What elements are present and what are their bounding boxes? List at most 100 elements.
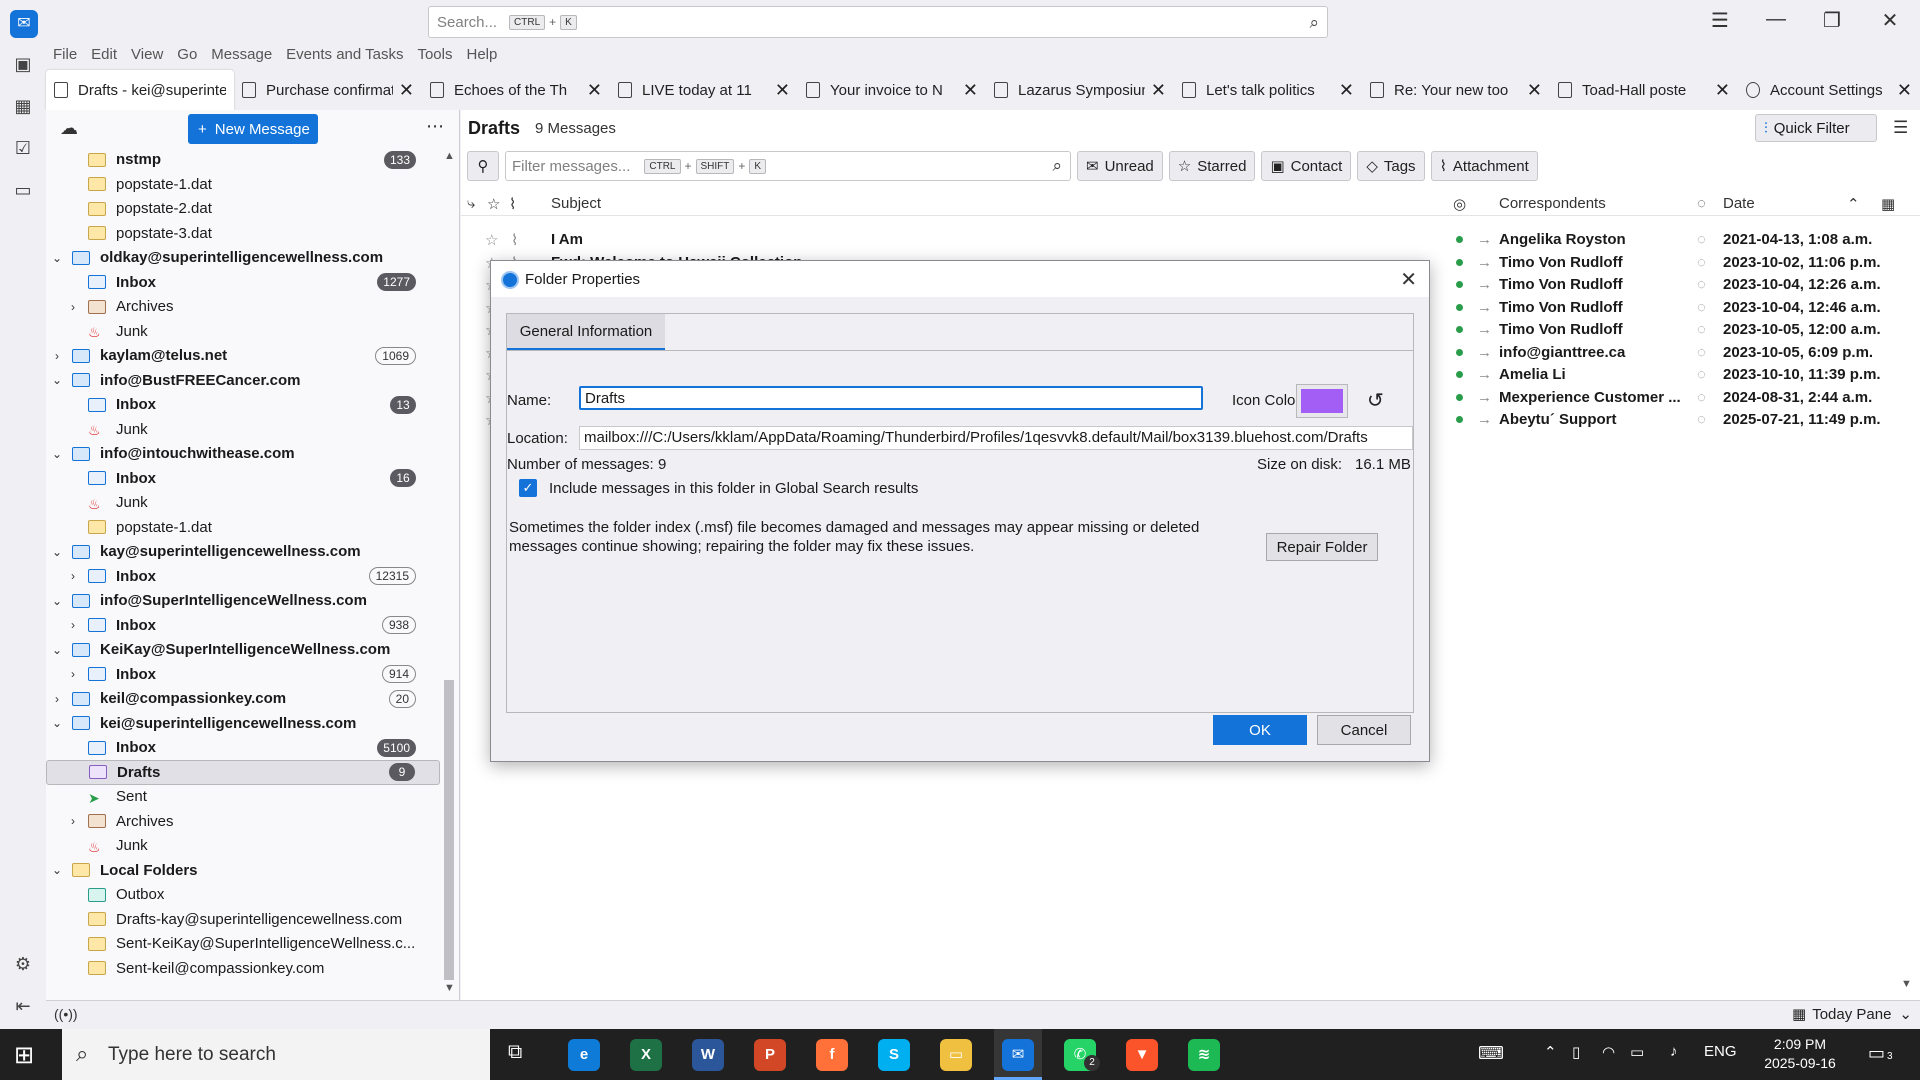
unread-dot-icon[interactable] bbox=[1456, 326, 1463, 333]
online-status-icon[interactable]: ((•)) bbox=[54, 1006, 78, 1022]
unread-dot-icon[interactable] bbox=[1456, 371, 1463, 378]
star-column-icon[interactable]: ☆ bbox=[487, 195, 500, 213]
reset-color-icon[interactable]: ↺ bbox=[1367, 388, 1384, 413]
scroll-up-icon[interactable]: ▲ bbox=[444, 150, 455, 162]
folder-row[interactable]: › Inbox 938 bbox=[46, 613, 440, 638]
global-search-input[interactable]: Search... CTRL + K ⌕ bbox=[428, 6, 1328, 38]
unread-dot-icon[interactable] bbox=[1456, 236, 1463, 243]
notification-icon[interactable]: ▭ 3 bbox=[1868, 1043, 1893, 1064]
folder-scrollbar[interactable]: ▲ ▼ bbox=[440, 110, 460, 1000]
app-menu-icon[interactable]: ☰ bbox=[1700, 8, 1740, 33]
column-picker-icon[interactable]: ▦ bbox=[1881, 195, 1895, 213]
word-taskbar-icon[interactable]: W bbox=[692, 1039, 724, 1071]
account-row[interactable]: ⌄ info@intouchwithease.com bbox=[46, 442, 440, 467]
tab-close-icon[interactable]: ✕ bbox=[399, 80, 414, 101]
collapse-chevron-icon[interactable]: ⌄ bbox=[50, 373, 64, 387]
include-global-search-label[interactable]: Include messages in this folder in Globa… bbox=[549, 480, 918, 497]
get-messages-icon[interactable]: ☁ bbox=[60, 118, 78, 139]
folder-row[interactable]: popstate-2.dat bbox=[46, 197, 440, 222]
account-row[interactable]: ⌄ kei@superintelligencewellness.com bbox=[46, 711, 440, 736]
folder-row[interactable]: Inbox 16 bbox=[46, 466, 440, 491]
display-icon[interactable]: ▭ bbox=[1630, 1043, 1644, 1061]
tab-message[interactable]: Lazarus Symposium ✕ bbox=[986, 70, 1174, 110]
repair-folder-button[interactable]: Repair Folder bbox=[1266, 533, 1378, 561]
edge-taskbar-icon[interactable]: e bbox=[568, 1039, 600, 1071]
message-row[interactable]: ☆ ⌇ I Am → Angelika Royston ◌ 2021-04-13, 1:08… bbox=[461, 228, 1920, 251]
filter-unread-button[interactable]: ✉ Unread bbox=[1077, 151, 1163, 181]
filter-starred-button[interactable]: ☆ Starred bbox=[1168, 151, 1256, 181]
folder-row[interactable]: Drafts-kay@superintelligencewellness.com bbox=[46, 907, 440, 932]
settings-gear-icon[interactable]: ⚙ bbox=[12, 954, 34, 976]
folder-row[interactable]: › Inbox 914 bbox=[46, 662, 440, 687]
collapse-chevron-icon[interactable]: ⌄ bbox=[50, 643, 64, 657]
task-view-icon[interactable]: ⧉ bbox=[508, 1041, 522, 1064]
calendar-icon[interactable]: ▦ bbox=[12, 96, 34, 118]
taskbar-search-box[interactable]: ⌕ Type here to search bbox=[62, 1029, 490, 1080]
thread-column-icon[interactable]: ⤷ bbox=[467, 195, 475, 212]
unread-dot-icon[interactable] bbox=[1456, 348, 1463, 356]
collapse-chevron-icon[interactable]: ⌄ bbox=[50, 594, 64, 608]
collapse-chevron-icon[interactable]: ⌄ bbox=[50, 251, 64, 265]
thunderbird-logo-icon[interactable]: ✉ bbox=[10, 10, 38, 38]
collapse-chevron-icon[interactable]: ⌄ bbox=[50, 716, 64, 730]
filter-contact-button[interactable]: ▣ Contact bbox=[1261, 151, 1352, 181]
junk-status-icon[interactable]: ◌ bbox=[1697, 321, 1706, 338]
tab-message[interactable]: LIVE today at 11 ✕ bbox=[610, 70, 798, 110]
unread-dot-icon[interactable] bbox=[1456, 416, 1463, 423]
new-message-button[interactable]: + New Message bbox=[188, 114, 318, 144]
scroll-thumb[interactable] bbox=[444, 680, 454, 980]
folder-row[interactable]: › Inbox 12315 bbox=[46, 564, 440, 589]
tab-message[interactable]: Your invoice to N ✕ bbox=[798, 70, 986, 110]
attachment-column-icon[interactable]: ⌇ bbox=[509, 195, 516, 213]
tab-message[interactable]: Let's talk politics ✕ bbox=[1174, 70, 1362, 110]
tab-close-icon[interactable]: ✕ bbox=[1151, 80, 1166, 101]
filter-tags-button[interactable]: ◇ Tags bbox=[1357, 151, 1425, 181]
file-explorer-taskbar-icon[interactable]: ▭ bbox=[940, 1039, 972, 1071]
powerpoint-taskbar-icon[interactable]: P bbox=[754, 1039, 786, 1071]
expand-chevron-icon[interactable]: › bbox=[66, 814, 80, 828]
tasks-icon[interactable]: ☑ bbox=[12, 138, 34, 160]
expand-chevron-icon[interactable]: › bbox=[66, 569, 80, 583]
junk-status-icon[interactable]: ◌ bbox=[1697, 344, 1706, 361]
folder-row[interactable]: Inbox 1277 bbox=[46, 270, 440, 295]
language-indicator[interactable]: ENG bbox=[1704, 1043, 1737, 1060]
minimize-button[interactable]: — bbox=[1756, 8, 1796, 31]
folder-row[interactable]: ➤ Sent bbox=[46, 785, 440, 810]
close-window-button[interactable]: ✕ bbox=[1870, 8, 1910, 33]
folder-row[interactable]: Inbox 13 bbox=[46, 393, 440, 418]
junk-status-icon[interactable]: ◌ bbox=[1697, 254, 1706, 271]
brave-taskbar-icon[interactable]: ▼ bbox=[1126, 1039, 1158, 1071]
today-pane-toggle[interactable]: ▦ Today Pane ⌄ bbox=[1792, 1005, 1912, 1023]
unread-dot-icon[interactable] bbox=[1456, 393, 1463, 401]
account-row[interactable]: ⌄ oldkay@superintelligencewellness.com bbox=[46, 246, 440, 271]
tab-general-information[interactable]: General Information bbox=[507, 314, 665, 350]
filter-messages-input[interactable]: Filter messages... CTRL + SHIFT + K ⌕ bbox=[505, 151, 1071, 181]
correspondents-column[interactable]: Correspondents bbox=[1499, 195, 1606, 212]
folder-row[interactable]: ♨ Junk bbox=[46, 319, 440, 344]
folder-row[interactable]: ♨ Junk bbox=[46, 491, 440, 516]
show-hidden-icons-icon[interactable]: ⌃ bbox=[1544, 1043, 1557, 1061]
folder-row[interactable]: › Archives bbox=[46, 295, 440, 320]
keyboard-icon[interactable]: ⌨ bbox=[1478, 1043, 1504, 1064]
junk-status-icon[interactable]: ◌ bbox=[1697, 366, 1706, 383]
folder-row[interactable]: popstate-3.dat bbox=[46, 221, 440, 246]
menu-go[interactable]: Go bbox=[170, 44, 204, 68]
junk-column-icon[interactable]: ◌ bbox=[1697, 195, 1706, 212]
expand-chevron-icon[interactable]: › bbox=[66, 618, 80, 632]
folder-row[interactable]: Drafts 9 bbox=[46, 760, 440, 785]
tab-message[interactable]: Echoes of the Th ✕ bbox=[422, 70, 610, 110]
collapse-chevron-icon[interactable]: ⌄ bbox=[50, 447, 64, 461]
thunderbird-taskbar-icon[interactable]: ✉ bbox=[1002, 1039, 1034, 1071]
folder-row[interactable]: ⌄ Local Folders bbox=[46, 858, 440, 883]
folder-row[interactable]: ♨ Junk bbox=[46, 417, 440, 442]
subject-column[interactable]: Subject bbox=[551, 195, 601, 212]
folder-row[interactable]: › Archives bbox=[46, 809, 440, 834]
tab-close-icon[interactable]: ✕ bbox=[963, 80, 978, 101]
search-icon[interactable]: ⌕ bbox=[1309, 13, 1319, 33]
tab-close-icon[interactable]: ✕ bbox=[1527, 80, 1542, 101]
menu-events-tasks[interactable]: Events and Tasks bbox=[279, 44, 410, 68]
folder-row[interactable]: ♨ Junk bbox=[46, 834, 440, 859]
tab-drafts[interactable]: Drafts - kei@superintelligencewellness.c… bbox=[46, 70, 234, 110]
tab-account-settings[interactable]: Account Settings ✕ bbox=[1738, 70, 1920, 110]
folder-row[interactable]: Sent-keil@compassionkey.com bbox=[46, 956, 440, 981]
